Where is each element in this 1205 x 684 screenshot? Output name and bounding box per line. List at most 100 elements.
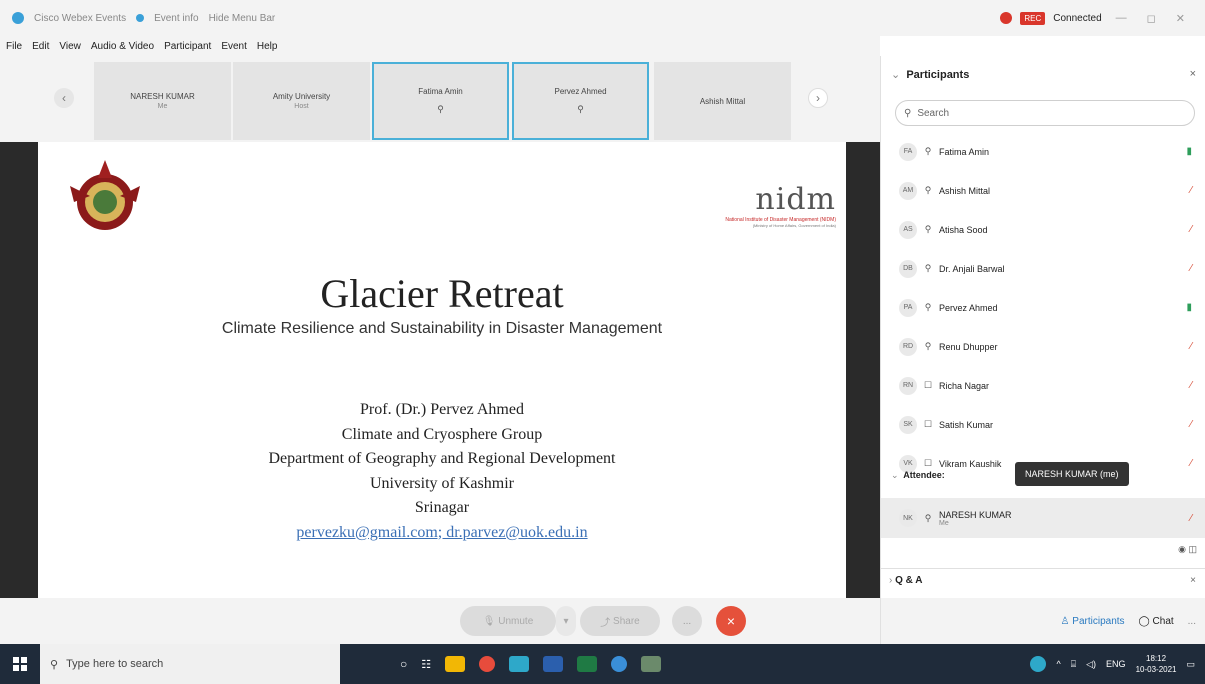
list-item[interactable]: AM ⚲ Ashish Mittal ⁄ — [881, 171, 1205, 210]
mic-muted-icon[interactable]: ⁄ — [1190, 419, 1192, 430]
video-tile[interactable]: Amity University Host — [233, 62, 370, 140]
video-tile-active[interactable]: Pervez Ahmed ⚲ — [512, 62, 649, 140]
participant-search-input[interactable]: ⚲ Search — [895, 100, 1195, 126]
tile-name: NARESH KUMAR — [130, 92, 195, 101]
network-icon[interactable]: ⌸ — [1071, 659, 1076, 670]
list-item[interactable]: SK ☐ Satish Kumar ⁄ — [881, 405, 1205, 444]
menu-audio-video[interactable]: Audio & Video — [91, 41, 154, 52]
file-explorer-icon[interactable] — [445, 656, 466, 672]
presenter-department: Department of Geography and Regional Dev… — [268, 450, 616, 467]
word-icon[interactable] — [543, 656, 564, 672]
collapse-chevron-icon[interactable]: ⌄ — [891, 69, 903, 81]
attendee-section-header[interactable]: ⌄ Attendee: — [891, 470, 945, 481]
list-item[interactable]: RN ☐ Richa Nagar ⁄ — [881, 366, 1205, 405]
taskbar-app-icon[interactable]: ☷ — [421, 658, 431, 671]
mic-icon: ⚲ — [924, 263, 932, 273]
audio-options-chevron-icon[interactable]: ▾ — [556, 606, 576, 636]
tab-hide-menu-bar[interactable]: Hide Menu Bar — [209, 13, 276, 24]
start-button[interactable] — [0, 644, 40, 684]
close-qa-icon[interactable]: × — [1190, 575, 1196, 586]
taskbar-app-icon[interactable] — [509, 656, 530, 672]
more-panels-button[interactable]: ... — [1188, 616, 1196, 627]
minimize-icon[interactable]: — — [1110, 12, 1133, 24]
participant-name: Dr. Anjali Barwal — [939, 263, 1005, 274]
share-icon: ⤴ — [600, 617, 614, 629]
search-icon: ⚲ — [50, 658, 59, 671]
video-tile[interactable]: NARESH KUMAR Me — [94, 62, 231, 140]
mic-muted-icon[interactable]: ⁄ — [1190, 263, 1192, 274]
qa-section-header[interactable]: › Q & A × — [881, 568, 1205, 592]
strip-next-icon[interactable]: › — [808, 88, 828, 108]
participants-toggle-button[interactable]: ♙ Participants — [1061, 616, 1125, 627]
mic-icon: ⚲ — [924, 146, 932, 156]
system-clock[interactable]: 18:12 10-03-2021 — [1136, 653, 1177, 675]
menu-participant[interactable]: Participant — [164, 41, 211, 52]
title-bar: Cisco Webex Events Event info Hide Menu … — [0, 0, 1205, 36]
panel-view-icons[interactable]: ◉ ◫ — [1178, 544, 1197, 555]
menu-edit[interactable]: Edit — [32, 41, 49, 52]
taskbar-search-input[interactable]: ⚲ Type here to search — [40, 644, 340, 684]
record-icon[interactable] — [1000, 12, 1013, 24]
list-item[interactable]: FA ⚲ Fatima Amin ▮ — [881, 132, 1205, 171]
mic-muted-icon[interactable]: ⁄ — [1190, 185, 1192, 196]
nidm-logo: nidm National Institute of Disaster Mana… — [636, 182, 836, 228]
mic-muted-icon[interactable]: ⁄ — [1190, 380, 1192, 391]
strip-prev-icon[interactable]: ‹ — [54, 88, 74, 108]
excel-icon[interactable] — [577, 656, 598, 672]
chrome-icon[interactable] — [479, 656, 496, 672]
mic-muted-icon[interactable]: ⁄ — [1190, 224, 1192, 235]
webex-logo-icon — [12, 12, 24, 24]
webex-taskbar-icon[interactable] — [611, 656, 628, 672]
windows-logo-icon — [13, 657, 27, 671]
search-placeholder: Search — [917, 107, 950, 119]
mic-muted-icon[interactable]: ⁄ — [1190, 513, 1192, 524]
mic-icon: ⚲ — [924, 185, 932, 195]
chevron-up-icon[interactable]: ^ — [1056, 659, 1060, 669]
connection-status[interactable]: Connected — [1053, 13, 1101, 24]
system-tray: ^ ⌸ ◁) ENG 18:12 10-03-2021 ▭ — [1030, 653, 1205, 675]
video-tile-active[interactable]: Fatima Amin ⚲ — [372, 62, 509, 140]
taskbar-app-icon[interactable] — [641, 656, 662, 672]
notification-icon[interactable]: ▭ — [1186, 659, 1195, 670]
slide-subtitle: Climate Resilience and Sustainability in… — [221, 320, 663, 337]
participant-name: Vikram Kaushik — [939, 458, 1002, 469]
menu-help[interactable]: Help — [257, 41, 278, 52]
mic-muted-icon[interactable]: ⁄ — [1190, 458, 1192, 469]
task-view-icon[interactable]: ○ — [400, 657, 407, 671]
close-window-icon[interactable]: ✕ — [1170, 12, 1191, 25]
windows-taskbar: ⚲ Type here to search ○ ☷ ^ ⌸ ◁) ENG 18:… — [0, 644, 1205, 684]
participant-name: Pervez Ahmed — [939, 302, 998, 313]
participant-name: Ashish Mittal — [939, 185, 991, 196]
chat-toggle-button[interactable]: ◯ Chat — [1139, 616, 1174, 627]
mic-unmuted-icon[interactable]: ▮ — [1186, 302, 1192, 313]
participants-header[interactable]: ⌄ Participants × — [881, 68, 1205, 88]
participant-name: NARESH KUMAR — [939, 509, 1012, 520]
menu-file[interactable]: File — [6, 41, 22, 52]
share-button[interactable]: ⤴ Share — [580, 606, 660, 636]
volume-icon[interactable]: ◁) — [1086, 659, 1096, 670]
menu-view[interactable]: View — [59, 41, 81, 52]
webex-tray-icon[interactable] — [1030, 656, 1047, 672]
mic-muted-icon[interactable]: ⁄ — [1190, 341, 1192, 352]
close-panel-icon[interactable]: × — [1190, 68, 1196, 80]
maximize-icon[interactable]: ◻ — [1141, 12, 1162, 25]
language-indicator[interactable]: ENG — [1106, 659, 1126, 669]
presenter-city: Srinagar — [414, 499, 470, 516]
list-item[interactable]: RD ⚲ Renu Dhupper ⁄ — [881, 327, 1205, 366]
tab-webex-events[interactable]: Cisco Webex Events — [34, 13, 126, 24]
video-tile[interactable]: Ashish Mittal — [654, 62, 791, 140]
list-item[interactable]: AS ⚲ Atisha Sood ⁄ — [881, 210, 1205, 249]
list-item[interactable]: DB ⚲ Dr. Anjali Barwal ⁄ — [881, 249, 1205, 288]
unmute-button[interactable]: 🎙 Unmute — [460, 606, 556, 636]
menu-event[interactable]: Event — [221, 41, 247, 52]
info-icon — [136, 14, 145, 22]
mic-unmuted-icon[interactable]: ▮ — [1186, 146, 1192, 157]
more-options-button[interactable]: ... — [672, 606, 702, 636]
menu-bar: File Edit View Audio & Video Participant… — [0, 36, 880, 56]
presenter-name: Prof. (Dr.) Pervez Ahmed — [360, 401, 524, 418]
tab-event-info[interactable]: Event info — [154, 13, 198, 24]
list-item-me[interactable]: NK ⚲ NARESH KUMAR Me ⁄ — [881, 498, 1205, 538]
list-item[interactable]: PA ⚲ Pervez Ahmed ▮ — [881, 288, 1205, 327]
presenter-emails[interactable]: pervezku@gmail.com; dr.parvez@uok.edu.in — [38, 521, 846, 546]
leave-meeting-button[interactable]: × — [716, 606, 746, 636]
